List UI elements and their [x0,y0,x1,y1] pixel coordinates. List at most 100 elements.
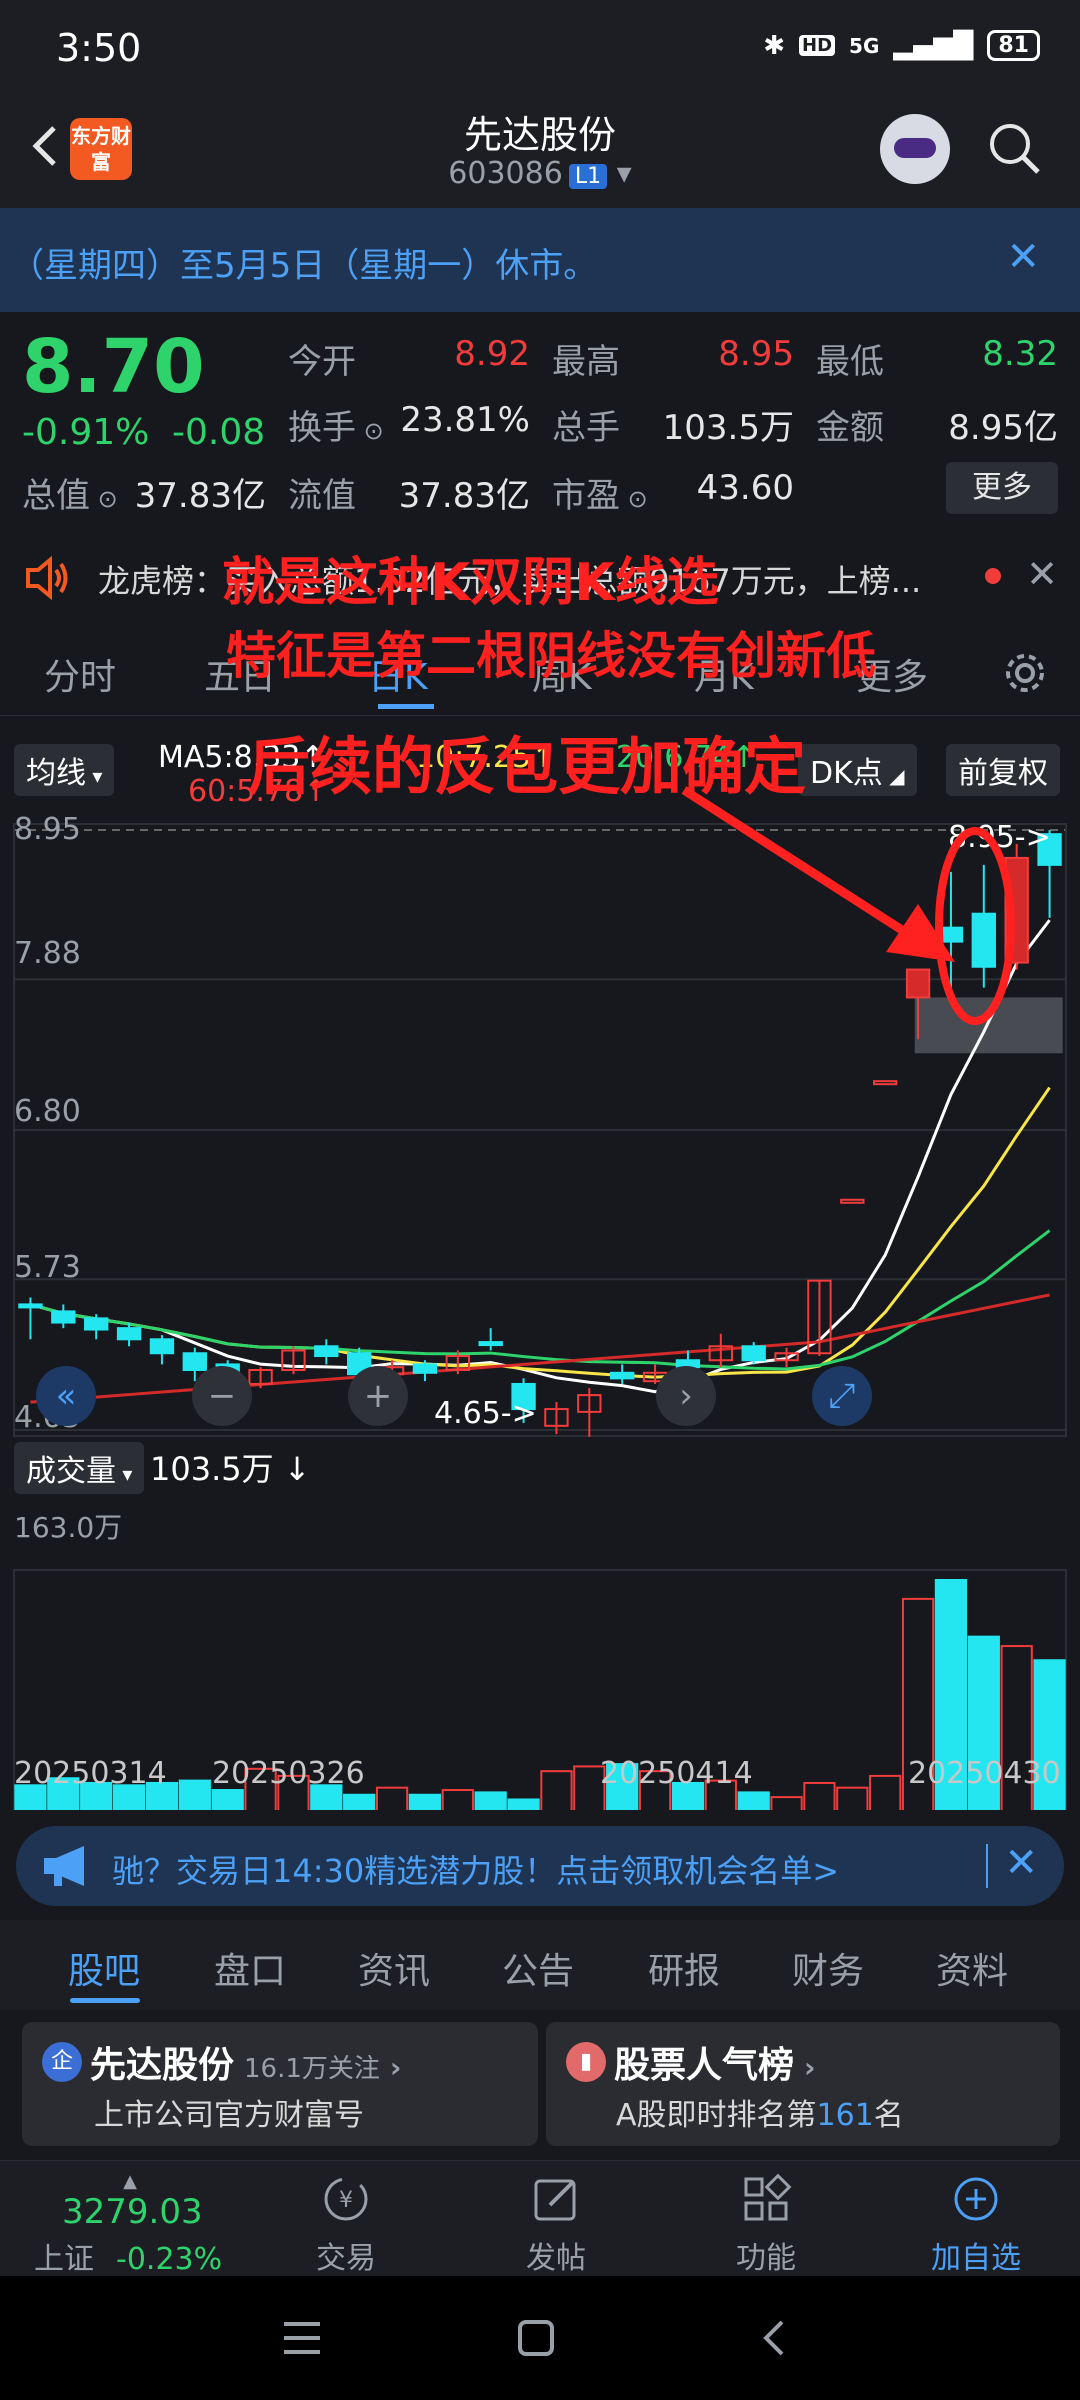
candle [84,1317,109,1331]
tab-orderbook[interactable]: 盘口 [214,1942,286,1994]
megaphone-icon [44,1846,84,1886]
grid-icon [744,2173,792,2221]
volume-bar [211,1789,244,1810]
volume-bar [178,1779,211,1810]
tab-news[interactable]: 资讯 [358,1942,430,1994]
more-button[interactable]: 更多 [946,462,1058,514]
candles [18,830,1062,1437]
candle [971,912,996,968]
info-icon: ⊙ [356,417,384,445]
tab-guba[interactable]: 股吧 [68,1942,140,1994]
volume-bar [836,1786,869,1810]
signal-bars-icon: ▂▄▆█ [893,30,974,61]
tab-underline [378,704,434,709]
card-subtitle: A股即时排名第161名 [616,2098,904,2133]
candle [478,1341,503,1347]
market-cap-value: 37.83亿 [134,476,266,516]
volume-value: 103.5万 ↓ [150,1450,311,1488]
nav-add-watchlist[interactable]: 加自选 [906,2173,1046,2277]
level-badge: L1 [568,164,608,189]
fullscreen-icon[interactable]: ⤢ [812,1366,872,1426]
status-icons: ✱ HD 5G ▂▄▆█ 81 [763,30,1040,61]
dropdown-icon: ▾ [86,764,103,788]
candle [51,1310,76,1324]
nav-functions[interactable]: 功能 [696,2173,836,2277]
index-name: 上证 [34,2242,94,2277]
float-cap-value: 37.83亿 [398,476,530,516]
popularity-card[interactable]: ▮ 股票人气榜 › A股即时排名第161名 [546,2022,1060,2146]
volume-bar [375,1786,409,1810]
candlestick-chart[interactable] [0,810,1080,1810]
scroll-right-icon[interactable]: › [656,1366,716,1426]
amount-label: 金额 [816,408,884,448]
ma-selector[interactable]: 均线 ▾ [14,744,115,796]
change-percent: -0.91% [22,412,150,453]
chevron-right-icon: › [804,2051,816,2084]
card-title: 股票人气榜 › [614,2045,816,2086]
dropdown-icon: ◢ [882,764,905,788]
tab-profile[interactable]: 资料 [936,1942,1008,1994]
zoom-out-icon[interactable]: − [192,1366,252,1426]
market-cap-label: 总值 ⊙ [22,476,118,516]
high-marker: 8.95-> [948,820,1051,855]
stock-header: 东方财富 先达股份 603086 L1 ▾ [0,96,1080,208]
change-amount: -0.08 [172,412,266,453]
candle [149,1338,175,1355]
kline-chart-area[interactable]: 均线 ▾ MA5:8.33↑ 10:7.25↑ 20:6.74↑ 60:5.78… [0,720,1080,1810]
follower-count: 16.1万关注 [244,2054,380,2084]
divider [986,1844,988,1888]
home-icon[interactable] [514,2316,558,2360]
indicator-selector[interactable]: 成交量 ▾ [14,1442,145,1494]
date-label-4: 20250430 [908,1756,1061,1791]
candle [741,1345,766,1362]
index-ticker[interactable]: ▲ 3279.03 上证 -0.23% [30,2171,230,2278]
volume-bar [474,1791,507,1810]
card-subtitle: 上市公司官方财富号 [94,2098,364,2133]
gear-icon[interactable] [1000,648,1050,698]
nav-trade[interactable]: ¥ 交易 [276,2173,416,2277]
close-icon[interactable]: ✕ [1026,552,1058,596]
zoom-in-icon[interactable]: + [348,1366,408,1426]
scroll-left-icon[interactable]: « [36,1366,96,1426]
bluetooth-icon: ✱ [763,30,786,61]
close-icon[interactable]: ✕ [1004,1840,1038,1886]
close-icon[interactable]: ✕ [1006,234,1040,280]
tab-finance[interactable]: 财务 [792,1942,864,1994]
candle [938,926,964,943]
ranking-icon: ▮ [566,2042,606,2082]
candle [905,968,931,999]
tab-research[interactable]: 研报 [648,1942,720,1994]
candle [873,1080,898,1086]
search-icon[interactable] [984,118,1044,178]
stock-code-text: 603086 [448,156,563,191]
info-icon: ⊙ [620,485,648,513]
date-label-2: 20250326 [212,1756,365,1791]
promo-banner[interactable]: 驰？交易日14:30精选潜力股！点击领取机会名单> ✕ [16,1826,1064,1906]
annotation-line-1: 就是这种K双阴K线选 [222,553,719,613]
tab-announcements[interactable]: 公告 [502,1942,574,1994]
date-label-1: 20250314 [14,1756,167,1791]
turnover-value: 23.81% [400,400,530,440]
tab-intraday[interactable]: 分时 [44,648,116,700]
assistant-robot-icon[interactable] [880,114,950,184]
dk-point-button[interactable]: DK点 ◢ [798,744,917,796]
menu-icon[interactable] [280,2316,324,2360]
volume-bar [869,1774,902,1810]
annotation-line-2: 特征是第二根阴线没有创新低 [226,627,876,685]
candle [412,1363,438,1374]
notice-text: （星期四）至5月5日（星期一）休市。 [10,246,598,286]
system-nav-bar [0,2276,1080,2400]
volume-bar [507,1798,540,1810]
pe-value: 43.60 [696,468,794,508]
market-closure-notice: （星期四）至5月5日（星期一）休市。 ✕ [0,208,1080,312]
company-account-card[interactable]: 企 先达股份 16.1万关注 › 上市公司官方财富号 [22,2022,538,2146]
volume-bar [540,1770,573,1810]
back-icon[interactable] [752,2316,796,2360]
low-marker: 4.65-> [434,1396,537,1431]
current-price: 8.70 [22,324,205,410]
nav-post[interactable]: 发帖 [486,2173,626,2277]
volume-bar [803,1781,836,1810]
add-circle-icon [954,2177,998,2221]
candle [610,1371,635,1380]
adjust-button[interactable]: 前复权 [946,744,1060,796]
